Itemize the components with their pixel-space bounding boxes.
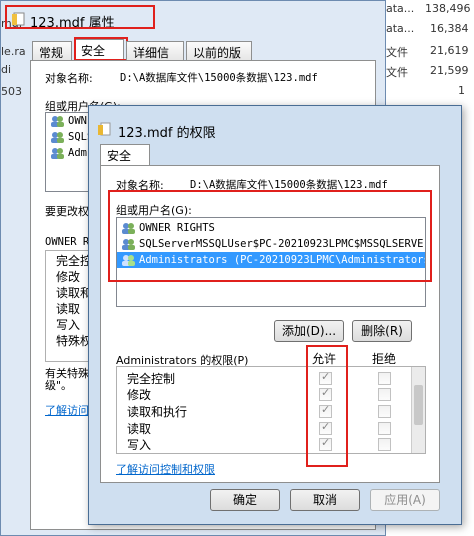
bg-file-type: ata... <box>386 2 415 15</box>
object-path: D:\A数据库文件\15000条数据\123.mdf <box>120 72 318 84</box>
folder-icon <box>98 122 112 136</box>
change-perm-label: 要更改权 <box>45 205 89 218</box>
tab-security[interactable]: 安全 <box>74 39 124 61</box>
allow-checkbox[interactable] <box>319 370 332 385</box>
allow-checkbox[interactable] <box>319 420 332 435</box>
tab-general[interactable]: 常规 <box>32 41 72 61</box>
bg-file-type: ata... <box>386 22 415 35</box>
perm-name: 读取 <box>127 422 152 436</box>
allow-checkbox[interactable] <box>319 436 332 451</box>
users-icon <box>120 253 136 267</box>
list-item[interactable]: OWNER RIGHTS <box>117 220 425 236</box>
object-path: D:\A数据库文件\15000条数据\123.mdf <box>190 179 388 191</box>
object-name-label: 对象名称: <box>45 72 93 85</box>
deny-checkbox[interactable] <box>378 438 391 451</box>
tab-previous-versions[interactable]: 以前的版本 <box>186 41 252 77</box>
apply-button[interactable]: 应用(A) <box>370 489 440 511</box>
bg-file-size: 16,384 <box>430 22 469 35</box>
allow-checkbox[interactable] <box>319 386 332 401</box>
bg-file-size: 138,496 <box>425 2 471 15</box>
scrollbar[interactable] <box>411 367 425 453</box>
add-button[interactable]: 添加(D)... <box>274 320 344 342</box>
tab-security[interactable]: 安全 <box>100 144 150 166</box>
user-name: OWNER RIGHTS <box>139 222 215 234</box>
bg-file-type: 文件 <box>386 66 408 79</box>
bg-file-size: 21,619 <box>430 44 469 57</box>
perm-name: 修改 <box>127 388 152 402</box>
perm-name: 完全控制 <box>127 372 176 386</box>
properties-title: 123.mdf 属性 <box>30 16 115 31</box>
file-icon <box>12 12 26 26</box>
cancel-button[interactable]: 取消 <box>290 489 360 511</box>
perm-name: 读取和执行 <box>127 405 188 419</box>
users-icon <box>120 221 136 235</box>
bg-file-size: 21,599 <box>430 64 469 77</box>
user-list[interactable]: OWNER RIGHTS SQLServerMSSQLUser$PC-20210… <box>116 217 426 307</box>
list-item[interactable]: SQLServerMSSQLUser$PC-20210923LPMC$MSSQL… <box>117 236 425 252</box>
permissions-title: 123.mdf 的权限 <box>118 126 216 141</box>
bg-fragment: di <box>1 63 12 76</box>
deny-checkbox[interactable] <box>378 405 391 418</box>
remove-button[interactable]: 删除(R) <box>352 320 412 342</box>
deny-checkbox[interactable] <box>378 388 391 401</box>
list-item-selected[interactable]: Administrators (PC-20210923LPMC\Administ… <box>117 252 425 268</box>
ok-button[interactable]: 确定 <box>210 489 280 511</box>
deny-header: 拒绝 <box>372 352 397 366</box>
bg-file-type: 文件 <box>386 46 408 59</box>
learn-link[interactable]: 了解访问 <box>45 402 89 418</box>
allow-header: 允许 <box>312 352 337 366</box>
bg-fragment: 503 <box>1 85 22 98</box>
object-name-label: 对象名称: <box>116 179 164 192</box>
tab-details[interactable]: 详细信息 <box>126 41 184 77</box>
deny-checkbox[interactable] <box>378 422 391 435</box>
user-name: SQLServerMSSQLUser$PC-20210923LPMC$MSSQL… <box>139 238 425 250</box>
users-icon <box>120 237 136 251</box>
users-icon <box>49 130 65 144</box>
bg-file-size: 1 <box>458 84 465 97</box>
learn-link[interactable]: 了解访问控制和权限 <box>116 461 215 477</box>
perm-name: 写入 <box>127 438 152 452</box>
scrollbar-thumb[interactable] <box>414 385 423 425</box>
allow-checkbox[interactable] <box>319 403 332 418</box>
user-name: Administrators (PC-20210923LPMC\Administ… <box>139 254 425 266</box>
special-note: 有关特殊 级"。 <box>45 367 89 392</box>
bg-fragment: le.ra <box>1 45 26 58</box>
users-icon <box>49 146 65 160</box>
deny-checkbox[interactable] <box>378 372 391 385</box>
group-label: 组或用户名(G): <box>116 204 192 217</box>
users-icon <box>49 114 65 128</box>
